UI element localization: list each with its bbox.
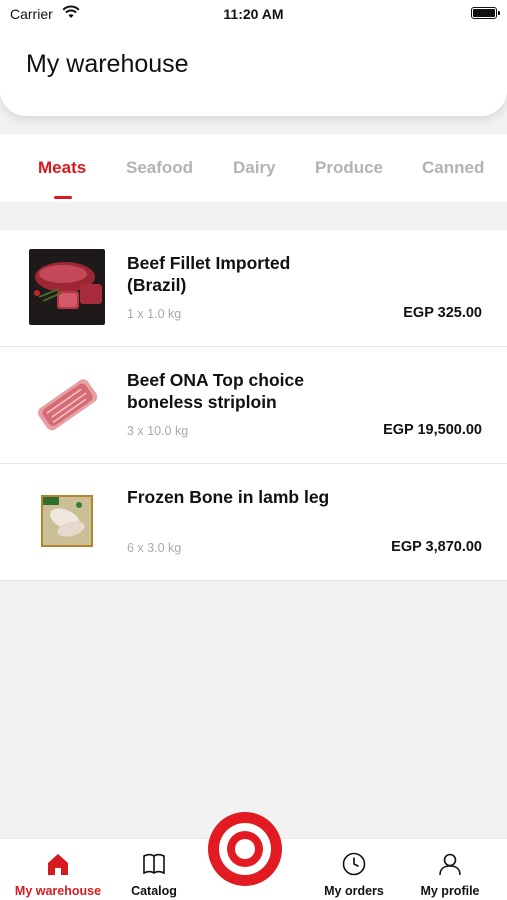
product-price: EGP 325.00 xyxy=(403,305,482,321)
nav-label: My profile xyxy=(420,884,480,898)
center-action-button[interactable] xyxy=(208,812,282,886)
home-icon xyxy=(48,854,68,875)
clock-time: 11:20 AM xyxy=(223,6,284,22)
tab-seafood[interactable]: Seafood xyxy=(126,158,193,178)
nav-my-warehouse[interactable]: My warehouse xyxy=(0,839,116,900)
battery-icon xyxy=(471,7,500,19)
active-tab-indicator xyxy=(54,196,72,199)
nav-my-profile[interactable]: My profile xyxy=(408,839,492,900)
tab-dairy[interactable]: Dairy xyxy=(233,158,276,178)
tab-produce[interactable]: Produce xyxy=(315,158,383,178)
beef-fillet-image xyxy=(29,249,105,325)
product-price: EGP 19,500.00 xyxy=(383,422,482,438)
nav-label: My warehouse xyxy=(14,884,102,898)
nav-catalog[interactable]: Catalog xyxy=(116,839,192,900)
target-logo-icon xyxy=(208,812,282,886)
product-quantity: 3 x 10.0 kg xyxy=(127,424,189,438)
tab-meats[interactable]: Meats xyxy=(38,158,86,178)
product-quantity: 6 x 3.0 kg xyxy=(127,541,182,555)
product-name: Beef Fillet Imported (Brazil) xyxy=(127,253,291,295)
tab-canned[interactable]: Canned xyxy=(422,158,484,178)
product-price: EGP 3,870.00 xyxy=(391,539,482,555)
product-quantity: 1 x 1.0 kg xyxy=(127,307,182,321)
book-icon xyxy=(143,853,165,875)
page-title: My warehouse xyxy=(26,50,189,78)
lamb-leg-image xyxy=(29,483,105,559)
striploin-image xyxy=(29,366,105,442)
status-bar: Carrier 11:20 AM xyxy=(0,0,507,28)
header: Carrier 11:20 AM My warehouse xyxy=(0,0,507,116)
list-item[interactable]: Beef Fillet Imported (Brazil) 1 x 1.0 kg… xyxy=(0,230,507,347)
clock-icon xyxy=(342,852,366,876)
person-icon xyxy=(439,853,461,876)
product-list: Beef Fillet Imported (Brazil) 1 x 1.0 kg… xyxy=(0,230,507,581)
nav-label: My orders xyxy=(324,884,384,898)
category-tabs: Meats Seafood Dairy Produce Canned xyxy=(0,134,507,202)
nav-my-orders[interactable]: My orders xyxy=(312,839,396,900)
nav-label: Catalog xyxy=(131,884,177,898)
list-item[interactable]: Frozen Bone in lamb leg 6 x 3.0 kg EGP 3… xyxy=(0,464,507,581)
product-name: Frozen Bone in lamb leg xyxy=(127,487,330,507)
product-name: Beef ONA Top choice boneless striploin xyxy=(127,370,304,412)
list-item[interactable]: Beef ONA Top choice boneless striploin 3… xyxy=(0,347,507,464)
